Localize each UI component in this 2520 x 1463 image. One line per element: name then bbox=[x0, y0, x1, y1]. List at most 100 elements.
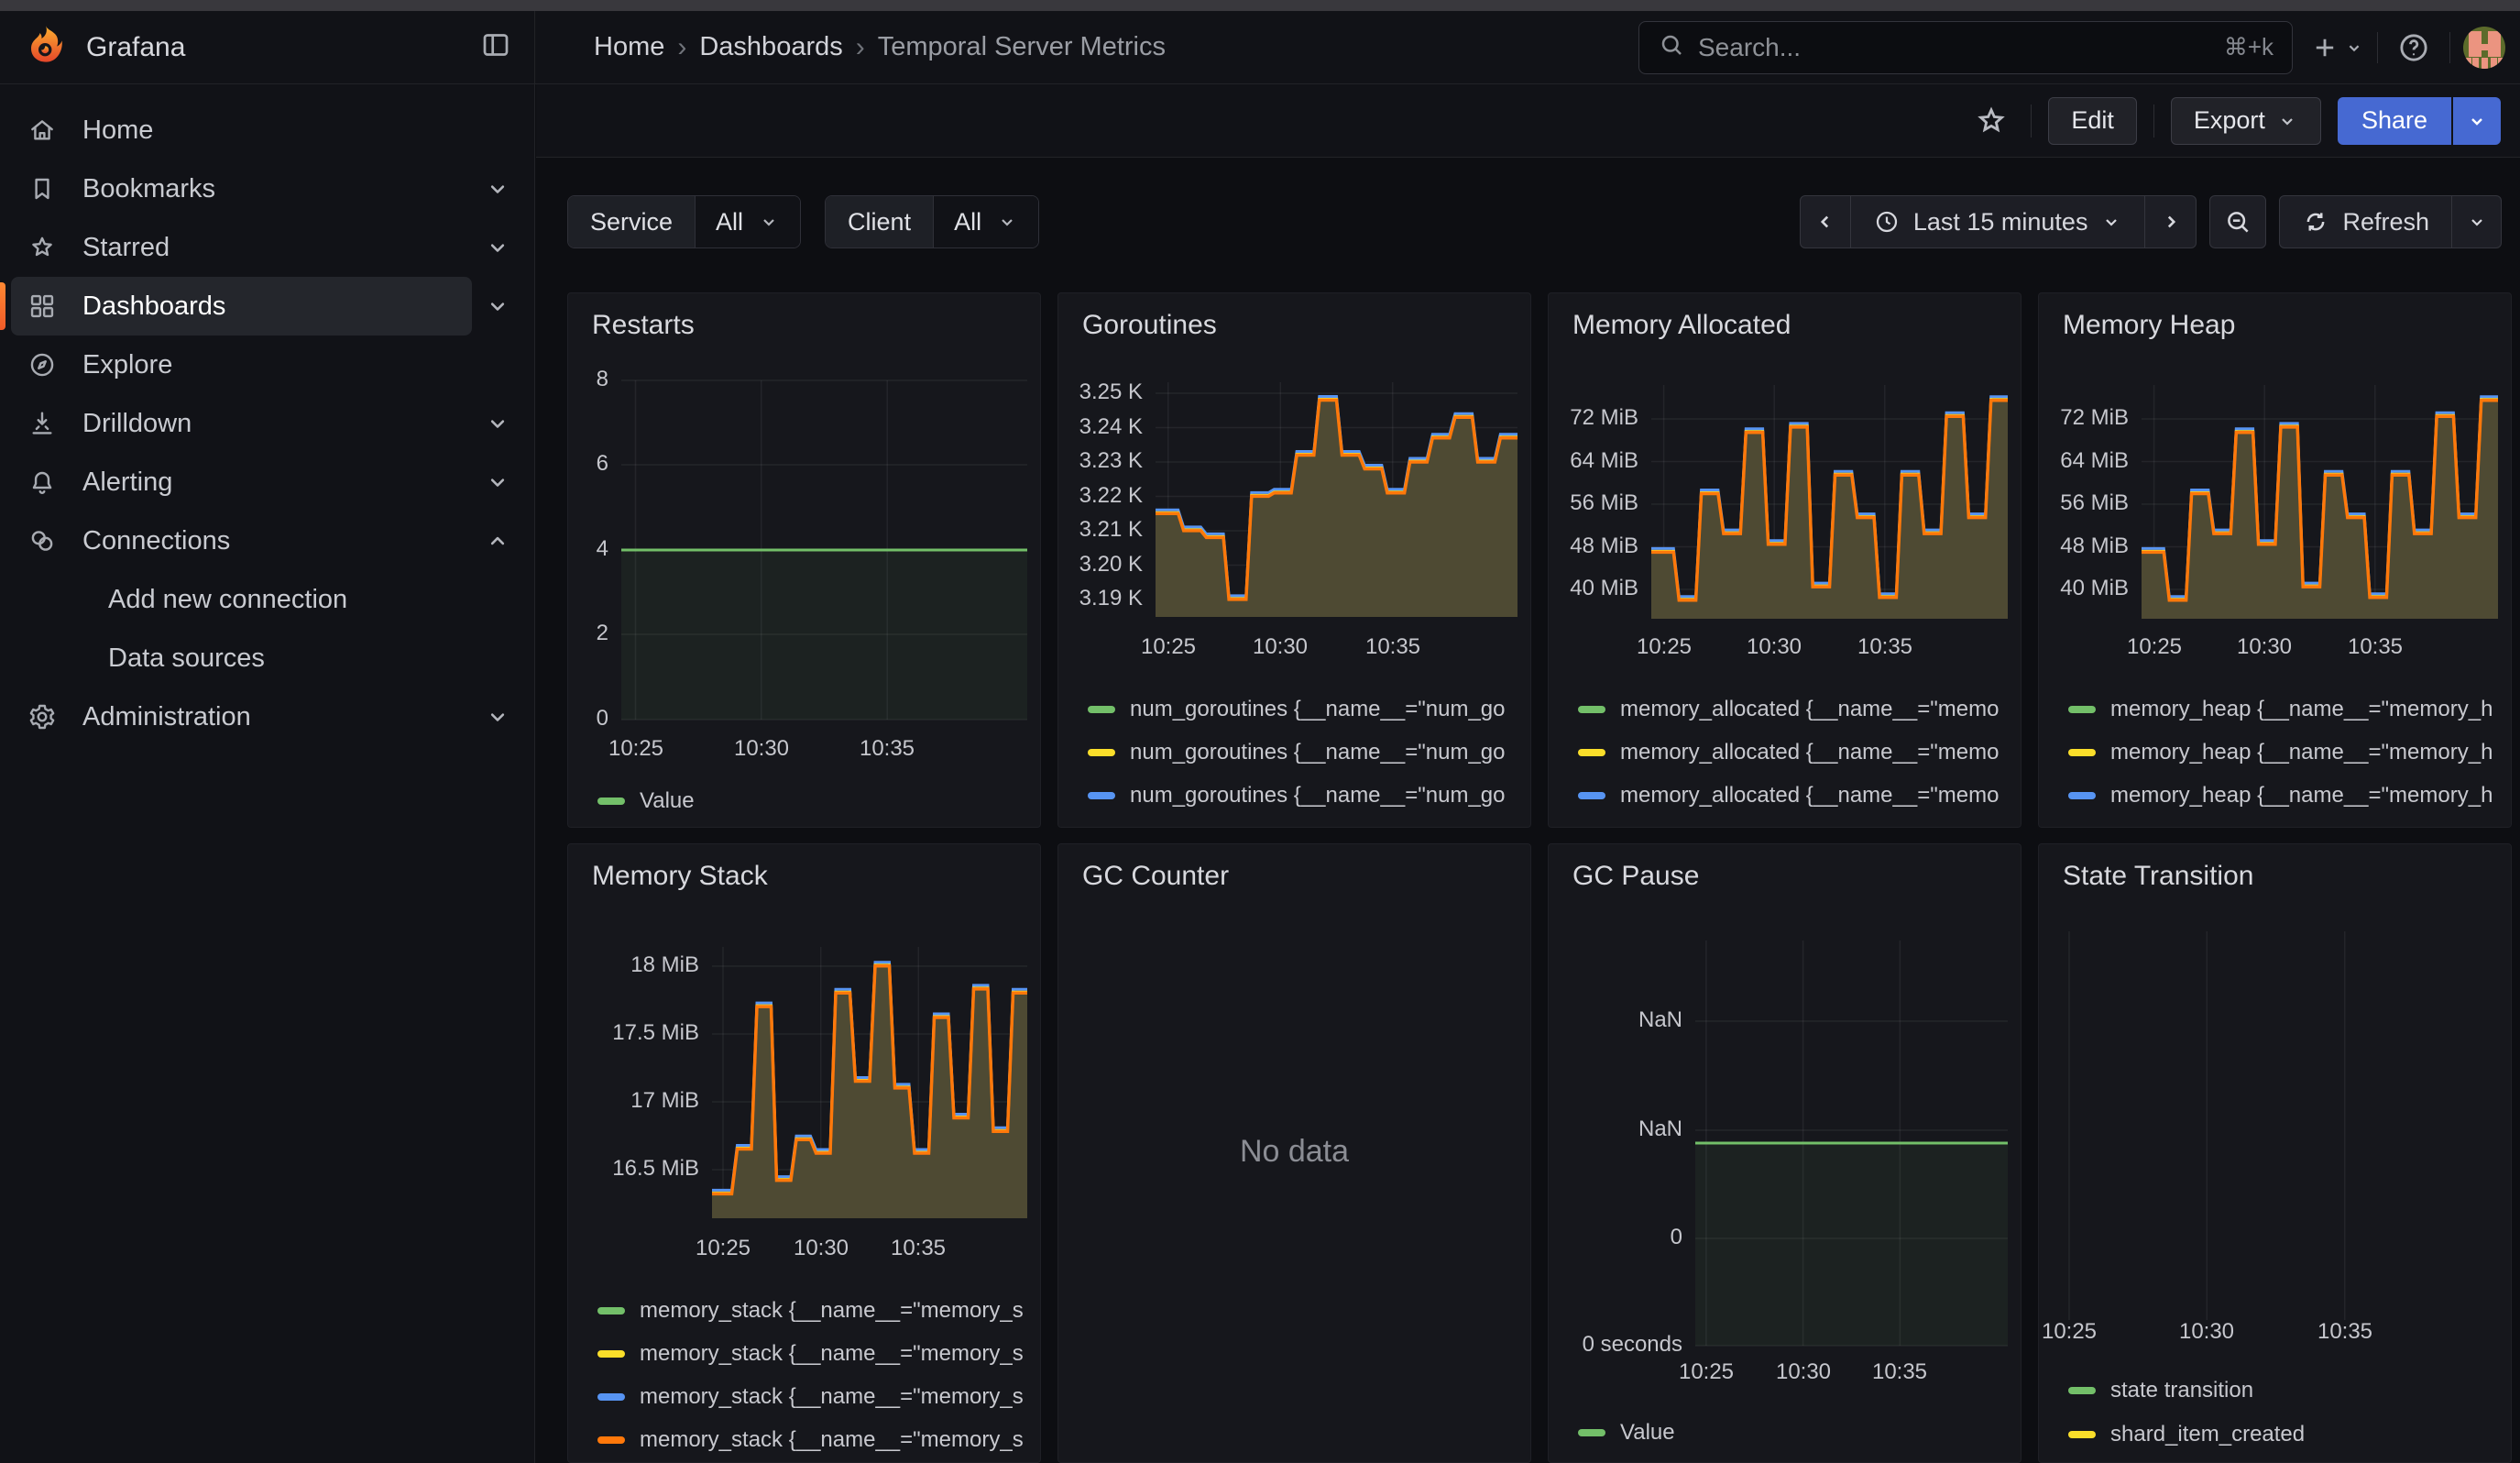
sidebar-item-add-new-connection[interactable]: Add new connection bbox=[11, 570, 523, 629]
time-forward-button[interactable] bbox=[2145, 195, 2197, 248]
legend-series-label: memory_stack {__name__="memory_s bbox=[640, 1341, 1024, 1367]
client-filter: Client All bbox=[825, 195, 1039, 248]
breadcrumb-dashboards[interactable]: Dashboards bbox=[699, 32, 842, 62]
sidebar-item-label: Explore bbox=[82, 350, 172, 380]
refresh-interval-chevron[interactable] bbox=[2452, 195, 2502, 248]
panel-title[interactable]: GC Counter bbox=[1082, 861, 1229, 892]
legend-item[interactable]: Value bbox=[597, 779, 1031, 822]
legend-item[interactable]: memory_allocated {__name__="memo bbox=[1578, 731, 2011, 774]
chevron-down-icon[interactable] bbox=[472, 280, 523, 332]
panel-legend: Value bbox=[1578, 1411, 2011, 1454]
legend-item[interactable]: memory_heap {__name__="memory_h bbox=[2068, 688, 2502, 731]
legend-series-label: memory_allocated {__name__="memo bbox=[1620, 826, 1999, 829]
help-icon[interactable] bbox=[2391, 30, 2437, 65]
legend-series-color bbox=[2068, 792, 2096, 799]
legend-series-label: memory_stack {__name__="memory_s bbox=[640, 1427, 1024, 1453]
legend-item[interactable]: num_goroutines {__name__="num_go bbox=[1088, 731, 1521, 774]
grid-icon bbox=[27, 292, 57, 321]
breadcrumb-separator: › bbox=[677, 32, 686, 63]
service-filter-value[interactable]: All bbox=[696, 196, 800, 248]
sidebar-item-data-sources[interactable]: Data sources bbox=[11, 629, 523, 688]
legend-item[interactable]: memory_allocated {__name__="memo bbox=[1578, 774, 2011, 817]
legend-series-color bbox=[597, 1393, 625, 1401]
legend-series-color bbox=[2068, 749, 2096, 756]
time-back-button[interactable] bbox=[1800, 195, 1851, 248]
panel-legend: Value bbox=[597, 779, 1031, 822]
panel-goroutines: Goroutines3.25 K3.24 K3.23 K3.22 K3.21 K… bbox=[1057, 292, 1531, 828]
client-filter-label: Client bbox=[826, 196, 934, 248]
legend-item[interactable]: memory_stack {__name__="memory_s bbox=[597, 1418, 1031, 1461]
legend-item[interactable]: memory_stack {__name__="memory_s bbox=[597, 1289, 1031, 1332]
chevron-down-icon[interactable] bbox=[472, 163, 523, 214]
header-right: Home › Dashboards › Temporal Server Metr… bbox=[535, 11, 2520, 83]
breadcrumb-home[interactable]: Home bbox=[594, 32, 664, 62]
dashboard-canvas: Service All Client All bbox=[536, 159, 2520, 1463]
legend-item[interactable]: memory_heap {__name__="memory_h bbox=[2068, 817, 2502, 828]
legend-series-label: num_goroutines {__name__="num_go bbox=[1130, 783, 1506, 808]
sidebar-item-explore[interactable]: Explore bbox=[11, 336, 523, 394]
edit-button[interactable]: Edit bbox=[2048, 97, 2137, 145]
chevron-down-icon[interactable] bbox=[472, 691, 523, 742]
legend-series-label: Value bbox=[640, 788, 695, 814]
dashboard-toolbar: Edit Export Share bbox=[536, 84, 2520, 158]
sidebar-item-label: Administration bbox=[82, 702, 251, 732]
breadcrumb-current: Temporal Server Metrics bbox=[878, 32, 1166, 62]
chevron-down-icon[interactable] bbox=[472, 222, 523, 273]
search-placeholder: Search... bbox=[1698, 33, 1801, 62]
legend-series-color bbox=[597, 1307, 625, 1314]
sidebar-row: Bookmarks bbox=[11, 160, 523, 218]
chevron-up-icon[interactable] bbox=[472, 515, 523, 566]
legend-item[interactable]: shard_item_created bbox=[2068, 1413, 2502, 1457]
breadcrumb-separator: › bbox=[856, 32, 865, 63]
sidebar-row: Data sources bbox=[11, 629, 523, 688]
zoom-out-button[interactable] bbox=[2209, 195, 2266, 248]
sidebar-row: Dashboards bbox=[11, 277, 523, 336]
panel-legend: state transitionshard_item_created bbox=[2068, 1369, 2502, 1457]
chevron-down-icon[interactable] bbox=[472, 456, 523, 508]
brand-title: Grafana bbox=[86, 32, 185, 63]
legend-item[interactable]: num_goroutines {__name__="num_go bbox=[1088, 817, 1521, 828]
sidebar-item-alerting[interactable]: Alerting bbox=[11, 453, 472, 512]
legend-item[interactable]: num_goroutines {__name__="num_go bbox=[1088, 774, 1521, 817]
refresh-button[interactable]: Refresh bbox=[2279, 195, 2452, 248]
sidebar-item-dashboards[interactable]: Dashboards bbox=[11, 277, 472, 336]
sidebar-item-connections[interactable]: Connections bbox=[11, 512, 472, 570]
grafana-logo-icon[interactable] bbox=[24, 23, 68, 72]
time-range-picker[interactable]: Last 15 minutes bbox=[1851, 195, 2146, 248]
sidebar-item-label: Add new connection bbox=[108, 585, 347, 615]
chevron-down-icon[interactable] bbox=[472, 398, 523, 449]
legend-series-label: memory_allocated {__name__="memo bbox=[1620, 740, 1999, 765]
legend-item[interactable]: memory_heap {__name__="memory_h bbox=[2068, 731, 2502, 774]
refresh-group: Refresh bbox=[2279, 195, 2502, 248]
sidebar-item-administration[interactable]: Administration bbox=[11, 688, 472, 746]
legend-item[interactable]: memory_stack {__name__="memory_s bbox=[597, 1375, 1031, 1418]
sidebar-row: Drilldown bbox=[11, 394, 523, 453]
dock-sidebar-toggle-icon[interactable] bbox=[479, 28, 512, 66]
legend-item[interactable]: memory_stack {__name__="memory_s bbox=[597, 1332, 1031, 1375]
user-avatar[interactable] bbox=[2463, 27, 2505, 69]
client-filter-value[interactable]: All bbox=[934, 196, 1038, 248]
legend-series-color bbox=[597, 1350, 625, 1358]
sidebar-item-drilldown[interactable]: Drilldown bbox=[11, 394, 472, 453]
legend-series-color bbox=[1088, 706, 1115, 713]
search-icon bbox=[1658, 31, 1685, 63]
export-button[interactable]: Export bbox=[2171, 97, 2321, 145]
legend-item[interactable]: Value bbox=[1578, 1411, 2011, 1454]
legend-series-color bbox=[1578, 792, 1605, 799]
legend-item[interactable]: memory_allocated {__name__="memo bbox=[1578, 817, 2011, 828]
sidebar-item-home[interactable]: Home bbox=[11, 101, 523, 160]
legend-item[interactable]: num_goroutines {__name__="num_go bbox=[1088, 688, 1521, 731]
brand-area: Grafana bbox=[0, 11, 535, 83]
legend-item[interactable]: memory_heap {__name__="memory_h bbox=[2068, 774, 2502, 817]
legend-series-color bbox=[2068, 706, 2096, 713]
search-input[interactable]: Search... ⌘+k bbox=[1638, 21, 2293, 74]
add-new-button[interactable] bbox=[2309, 32, 2364, 63]
chevron-down-icon bbox=[996, 211, 1018, 233]
star-dashboard-icon[interactable] bbox=[1968, 104, 2014, 138]
sidebar-item-bookmarks[interactable]: Bookmarks bbox=[11, 160, 472, 218]
share-button[interactable]: Share bbox=[2338, 97, 2451, 145]
sidebar-item-starred[interactable]: Starred bbox=[11, 218, 472, 277]
legend-item[interactable]: memory_allocated {__name__="memo bbox=[1578, 688, 2011, 731]
legend-item[interactable]: state transition bbox=[2068, 1369, 2502, 1413]
share-dropdown-chevron[interactable] bbox=[2453, 97, 2501, 145]
